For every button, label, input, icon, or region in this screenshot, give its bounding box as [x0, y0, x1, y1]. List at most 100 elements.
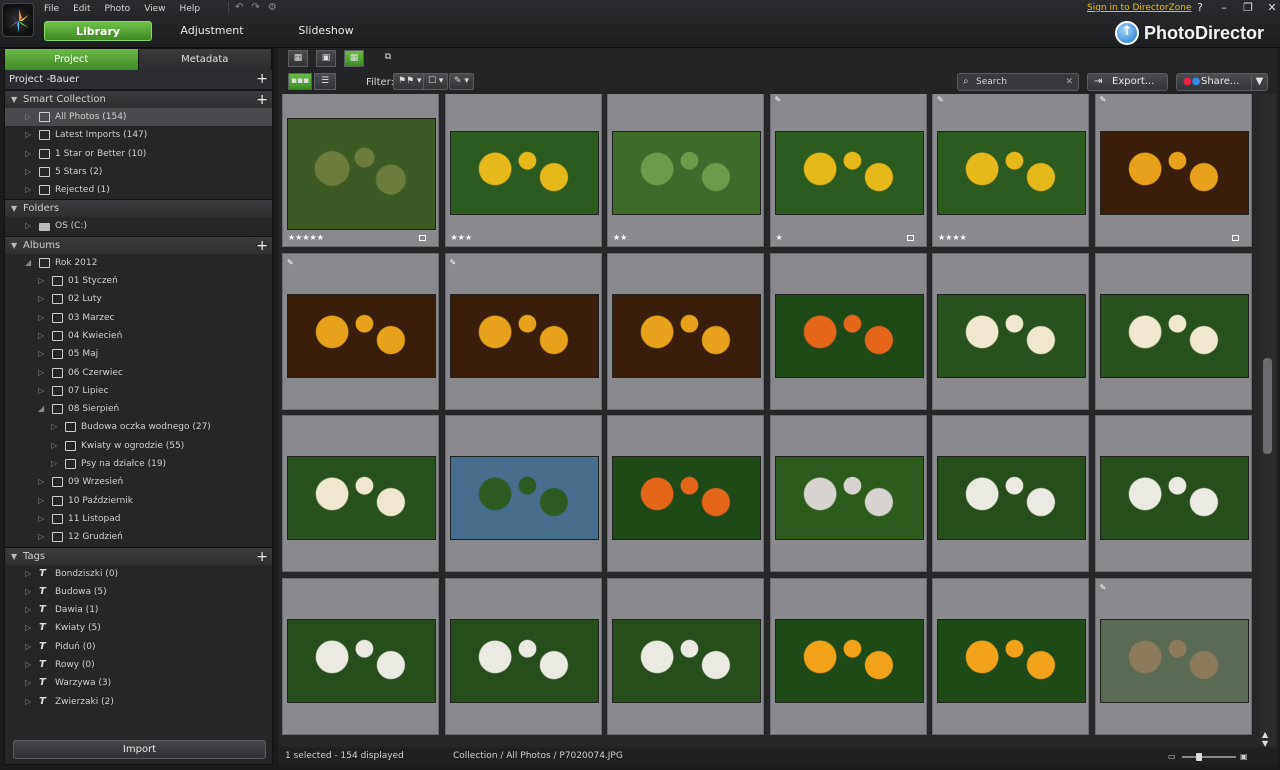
collapsed-arrow-icon[interactable]: ▷: [38, 272, 44, 290]
photo-thumbnail[interactable]: ✎: [282, 252, 439, 410]
photo-thumbnail[interactable]: [769, 578, 927, 736]
flower-photo[interactable]: [612, 293, 761, 378]
grid-scrollbar[interactable]: ▲ ▼: [1260, 94, 1276, 748]
tag-item[interactable]: ▷ T Bondziszki (0): [5, 565, 272, 583]
album-month[interactable]: ◢ 08 Sierpień: [5, 400, 272, 418]
flower-photo[interactable]: [937, 293, 1086, 378]
collapsed-arrow-icon[interactable]: ▷: [38, 345, 44, 363]
collapsed-arrow-icon[interactable]: ▷: [25, 181, 31, 199]
scroll-arrows-icon[interactable]: ▲ ▼: [1262, 730, 1268, 748]
collapsed-arrow-icon[interactable]: ▷: [25, 674, 31, 692]
album-month[interactable]: ▷ 01 Styczeń: [5, 272, 272, 290]
collapsed-arrow-icon[interactable]: ▷: [38, 492, 44, 510]
tag-item[interactable]: ▷ T Dawia (1): [5, 601, 272, 619]
photo-thumbnail[interactable]: [769, 252, 927, 410]
import-button[interactable]: Import: [13, 740, 266, 759]
section-albums[interactable]: ▼ Albums +: [5, 235, 272, 254]
grid-view-icon[interactable]: ▦: [344, 50, 364, 67]
tab-slideshow[interactable]: Slideshow: [272, 21, 380, 41]
album-sub[interactable]: ▷ Psy na działce (19): [5, 455, 272, 473]
menu-edit[interactable]: Edit: [73, 4, 90, 14]
zoom-out-icon[interactable]: ▭: [1168, 748, 1176, 765]
album-month[interactable]: ▷ 10 Październik: [5, 492, 272, 510]
dog-photo[interactable]: [287, 118, 436, 230]
menu-photo[interactable]: Photo: [105, 4, 131, 14]
flower-photo[interactable]: [612, 131, 761, 215]
collapsed-arrow-icon[interactable]: ▷: [25, 163, 31, 181]
photo-thumbnail[interactable]: [607, 578, 764, 736]
album-month[interactable]: ▷ 04 Kwiecień: [5, 327, 272, 345]
section-folders[interactable]: ▼ Folders: [5, 199, 272, 218]
collapsed-arrow-icon[interactable]: ▷: [38, 309, 44, 327]
redo-icon[interactable]: ↷: [251, 2, 259, 13]
flower-photo[interactable]: [287, 293, 436, 378]
rating-stars[interactable]: ★: [776, 233, 783, 242]
maximize-button[interactable]: ❐: [1240, 1, 1256, 14]
photo-thumbnail[interactable]: [282, 578, 439, 736]
collapsed-arrow-icon[interactable]: ▷: [38, 528, 44, 546]
collapsed-arrow-icon[interactable]: ▷: [25, 601, 31, 619]
collapse-icon[interactable]: ▼: [11, 200, 17, 218]
flower-photo[interactable]: [774, 131, 924, 215]
minimize-button[interactable]: –: [1216, 1, 1232, 14]
album-month[interactable]: ▷ 12 Grudzień: [5, 528, 272, 546]
photo-thumbnail[interactable]: ★★★: [444, 94, 602, 247]
collapsed-arrow-icon[interactable]: ▷: [25, 656, 31, 674]
flower-photo[interactable]: [612, 456, 761, 541]
collapsed-arrow-icon[interactable]: ▷: [25, 217, 31, 235]
rating-stars[interactable]: ★★★★★: [288, 233, 324, 242]
tag-item[interactable]: ▷ T Zwierzaki (2): [5, 693, 272, 711]
album-month[interactable]: ▷ 06 Czerwiec: [5, 364, 272, 382]
flag-icon[interactable]: [906, 235, 914, 241]
photo-thumbnail[interactable]: ✎: [444, 252, 602, 410]
photo-thumbnail[interactable]: [444, 415, 602, 573]
photo-thumbnail[interactable]: [932, 578, 1089, 736]
flower-photo[interactable]: [449, 456, 599, 541]
tag-item[interactable]: ▷ T Piduń (0): [5, 638, 272, 656]
flower-photo[interactable]: [937, 456, 1086, 541]
section-tags[interactable]: ▼ Tags +: [5, 546, 272, 565]
album-year[interactable]: ◢ Rok 2012: [5, 254, 272, 272]
tag-item[interactable]: ▷ T Warzywa (3): [5, 674, 272, 692]
photo-thumbnail[interactable]: [1094, 415, 1252, 573]
scroll-thumb[interactable]: [1263, 358, 1272, 454]
list-mode-icon[interactable]: ☰: [314, 73, 336, 90]
share-dropdown-arrow[interactable]: ▼: [1251, 74, 1267, 90]
expanded-arrow-icon[interactable]: ◢: [38, 400, 44, 418]
collapsed-arrow-icon[interactable]: ▷: [51, 437, 57, 455]
collapsed-arrow-icon[interactable]: ▷: [25, 638, 31, 656]
flag-icon[interactable]: [1231, 235, 1239, 241]
album-month[interactable]: ▷ 11 Listopad: [5, 510, 272, 528]
tab-project[interactable]: Project: [5, 49, 139, 70]
zoom-knob[interactable]: [1196, 753, 1202, 761]
help-button[interactable]: ?: [1192, 1, 1208, 14]
flower-photo[interactable]: [287, 456, 436, 541]
collapsed-arrow-icon[interactable]: ▷: [25, 108, 31, 126]
smart-collection-item[interactable]: ▷ All Photos (154): [5, 108, 272, 127]
flower-photo[interactable]: [287, 619, 436, 704]
flower-photo[interactable]: [1099, 131, 1249, 215]
rating-stars[interactable]: ★★★: [451, 233, 473, 242]
tab-metadata[interactable]: Metadata: [138, 49, 272, 70]
export-button[interactable]: ⇥ Export...: [1087, 73, 1168, 91]
flower-photo[interactable]: [937, 619, 1086, 704]
flower-photo[interactable]: [774, 619, 924, 704]
photo-thumbnail[interactable]: ★★: [607, 94, 764, 247]
collapsed-arrow-icon[interactable]: ▷: [38, 364, 44, 382]
flower-photo[interactable]: [612, 619, 761, 704]
close-button[interactable]: ✕: [1264, 1, 1280, 14]
single-view-icon[interactable]: ▣: [316, 50, 336, 67]
photo-thumbnail[interactable]: ✎ ★★★★: [932, 94, 1089, 247]
edit-filter-dropdown[interactable]: ✎ ▾: [449, 73, 474, 90]
collapsed-arrow-icon[interactable]: ▷: [25, 619, 31, 637]
menu-view[interactable]: View: [144, 4, 165, 14]
smart-collection-item[interactable]: ▷ 1 Star or Better (10): [5, 145, 272, 163]
album-month[interactable]: ▷ 02 Luty: [5, 290, 272, 308]
app-logo-icon[interactable]: [2, 3, 34, 37]
flower-photo[interactable]: [774, 293, 924, 378]
flower-photo[interactable]: [774, 456, 924, 541]
album-month[interactable]: ▷ 09 Wrzesień: [5, 473, 272, 491]
flower-photo[interactable]: [1099, 619, 1249, 704]
photo-thumbnail[interactable]: ✎: [1094, 94, 1252, 247]
zoom-slider[interactable]: ▭ ▣: [1168, 752, 1248, 761]
